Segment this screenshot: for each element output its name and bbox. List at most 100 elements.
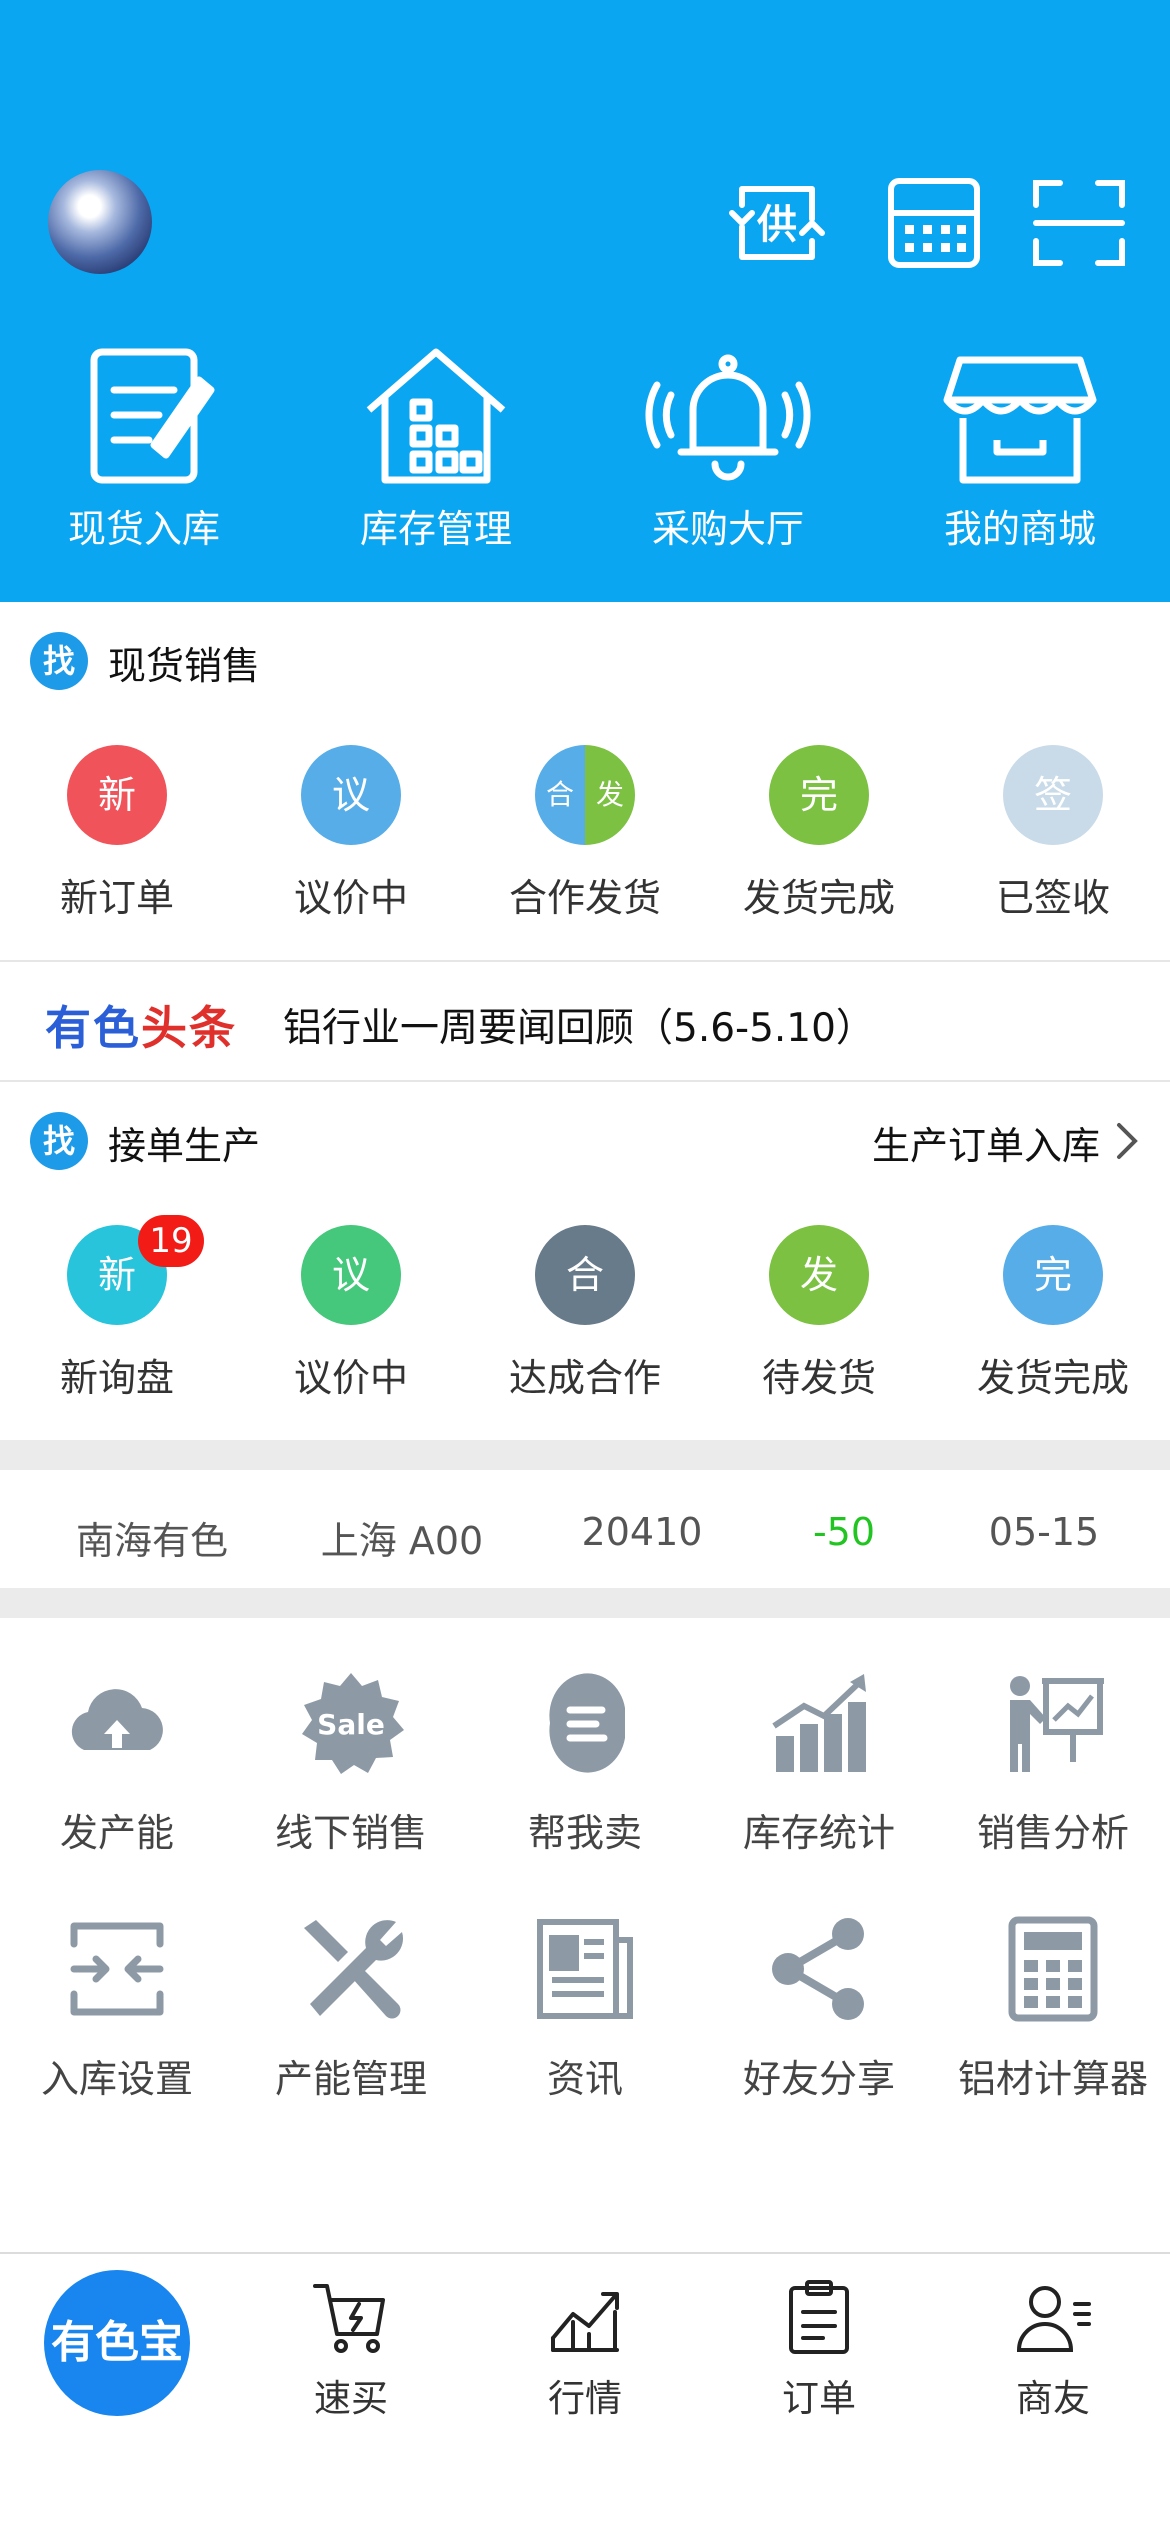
tool-aluminum-calculator[interactable]: 铝材计算器 <box>936 1914 1170 2124</box>
home-tab-button[interactable]: 有色宝 <box>44 2270 190 2416</box>
status-label: 新订单 <box>59 876 174 920</box>
tab-quick-buy[interactable]: 速买 <box>234 2278 468 2422</box>
tool-share-with-friends[interactable]: 好友分享 <box>702 1914 936 2124</box>
warehouse-icon <box>351 340 521 490</box>
tab-market[interactable]: 行情 <box>468 2278 702 2422</box>
quick-action-my-store[interactable]: 我的商城 <box>900 340 1140 560</box>
tab-label: 行情 <box>548 2377 622 2420</box>
tab-label: 商友 <box>1016 2377 1090 2420</box>
tool-label: 发产能 <box>59 1811 174 1855</box>
status-label: 议价中 <box>293 876 408 920</box>
trend-chart-icon <box>545 2278 625 2358</box>
cart-icon <box>311 2278 391 2358</box>
ticker-price: 20410 <box>581 1510 703 1554</box>
status-shipped[interactable]: 完 发货完成 <box>936 1225 1170 1425</box>
tool-label: 产能管理 <box>274 2057 427 2101</box>
status-label: 达成合作 <box>508 1356 661 1400</box>
status-icon: 完 <box>1003 1225 1103 1325</box>
contacts-icon <box>1013 2278 1093 2358</box>
quick-action-inventory[interactable]: 库存管理 <box>316 340 556 560</box>
status-icon-left: 合 <box>535 745 585 845</box>
bell-icon <box>643 340 813 490</box>
tool-label: 线下销售 <box>274 1811 427 1855</box>
status-icon: 签 <box>1003 745 1103 845</box>
section-title: 现货销售 <box>108 644 261 688</box>
sale-badge-icon: Sale <box>296 1668 406 1778</box>
tool-capacity-management[interactable]: 产能管理 <box>234 1914 468 2124</box>
svg-text:供: 供 <box>757 202 797 248</box>
inbound-settings-icon <box>62 1914 172 2024</box>
storefront-icon <box>935 340 1105 490</box>
tool-sales-analysis[interactable]: 销售分析 <box>936 1668 1170 1878</box>
unread-count-badge: 19 <box>138 1215 204 1267</box>
quick-action-purchase-hall[interactable]: 采购大厅 <box>608 340 848 560</box>
section-title: 接单生产 <box>108 1124 261 1168</box>
ticker-market: 南海有色 <box>75 1519 228 1563</box>
tool-offline-sales[interactable]: Sale 线下销售 <box>234 1668 468 1878</box>
spot-sales-statuses: 新 新订单 议 议价中 合 发 合作发货 完 发货完成 签 已签收 <box>0 745 1170 945</box>
production-inbound-link[interactable]: 生产订单入库 <box>872 1115 1100 1170</box>
price-ticker[interactable]: 南海有色 上海 A00 20410 -50 05-15 <box>0 1472 1170 1588</box>
status-icon: 议 <box>301 745 401 845</box>
section-gap <box>0 1588 1170 1618</box>
header: 供 现货入库 库存管理 采购大厅 我的商城 <box>0 0 1170 602</box>
quick-action-label: 我的商城 <box>943 507 1096 551</box>
tab-label: 订单 <box>782 2377 856 2420</box>
status-icon: 完 <box>769 745 869 845</box>
status-new-order[interactable]: 新 新订单 <box>0 745 234 945</box>
svg-text:Sale: Sale <box>317 1708 385 1741</box>
tool-publish-capacity[interactable]: 发产能 <box>0 1668 234 1878</box>
tool-help-me-sell[interactable]: 帮我卖 <box>468 1668 702 1878</box>
status-pending-shipment[interactable]: 发 待发货 <box>702 1225 936 1425</box>
quick-action-spot-inbound[interactable]: 现货入库 <box>24 340 264 560</box>
status-label: 待发货 <box>761 1356 876 1400</box>
status-label: 议价中 <box>293 1356 408 1400</box>
status-icon: 合 发 <box>535 745 635 845</box>
tool-inbound-settings[interactable]: 入库设置 <box>0 1914 234 2124</box>
tool-inventory-stats[interactable]: 库存统计 <box>702 1668 936 1878</box>
status-cooperation-reached[interactable]: 合 达成合作 <box>468 1225 702 1425</box>
status-icon-right: 发 <box>585 745 635 845</box>
ticker-date: 05-15 <box>988 1510 1100 1554</box>
tab-business-friends[interactable]: 商友 <box>936 2278 1170 2422</box>
calculator-icon[interactable] <box>885 175 983 271</box>
tool-label: 帮我卖 <box>527 1811 642 1855</box>
tool-label: 入库设置 <box>40 2057 193 2101</box>
tab-orders[interactable]: 订单 <box>702 2278 936 2422</box>
ticker-change: -50 <box>812 1510 876 1554</box>
status-label: 发货完成 <box>742 876 895 920</box>
headline-logo: 有色头条 <box>45 1001 237 1055</box>
status-label: 发货完成 <box>976 1356 1129 1400</box>
quick-action-label: 库存管理 <box>359 507 512 551</box>
divider <box>0 1080 1170 1082</box>
cloud-upload-icon <box>62 1668 172 1778</box>
news-headline[interactable]: 有色头条 铝行业一周要闻回顾（5.6-5.10） <box>0 962 1170 1080</box>
status-label: 已签收 <box>995 876 1110 920</box>
status-new-inquiry[interactable]: 新 19 新询盘 <box>0 1215 234 1425</box>
find-badge: 找 <box>30 1112 88 1170</box>
bar-chart-icon <box>764 1668 874 1778</box>
status-label: 新询盘 <box>59 1356 174 1400</box>
status-icon: 合 <box>535 1225 635 1325</box>
status-shipped[interactable]: 完 发货完成 <box>702 745 936 945</box>
scan-icon[interactable] <box>1030 175 1128 271</box>
status-label: 合作发货 <box>508 876 661 920</box>
quick-action-label: 采购大厅 <box>651 507 804 551</box>
tab-label: 速买 <box>314 2377 388 2420</box>
tool-news[interactable]: 资讯 <box>468 1914 702 2124</box>
production-header: 找 接单生产 生产订单入库 <box>0 1085 1170 1195</box>
status-icon: 发 <box>769 1225 869 1325</box>
status-cooperative-shipping[interactable]: 合 发 合作发货 <box>468 745 702 945</box>
avatar[interactable] <box>48 170 152 274</box>
ticker-product: 上海 A00 <box>320 1519 484 1563</box>
tools-icon <box>296 1914 406 2024</box>
production-statuses: 新 19 新询盘 议 议价中 合 达成合作 发 待发货 完 发货完成 <box>0 1215 1170 1425</box>
supply-exchange-icon[interactable]: 供 <box>728 175 826 271</box>
tool-label: 铝材计算器 <box>957 2057 1148 2101</box>
find-badge: 找 <box>30 632 88 690</box>
status-signed[interactable]: 签 已签收 <box>936 745 1170 945</box>
chevron-right-icon[interactable] <box>1114 1121 1140 1161</box>
status-negotiating[interactable]: 议 议价中 <box>234 745 468 945</box>
status-negotiating[interactable]: 议 议价中 <box>234 1225 468 1425</box>
calculator-icon <box>998 1914 1108 2024</box>
